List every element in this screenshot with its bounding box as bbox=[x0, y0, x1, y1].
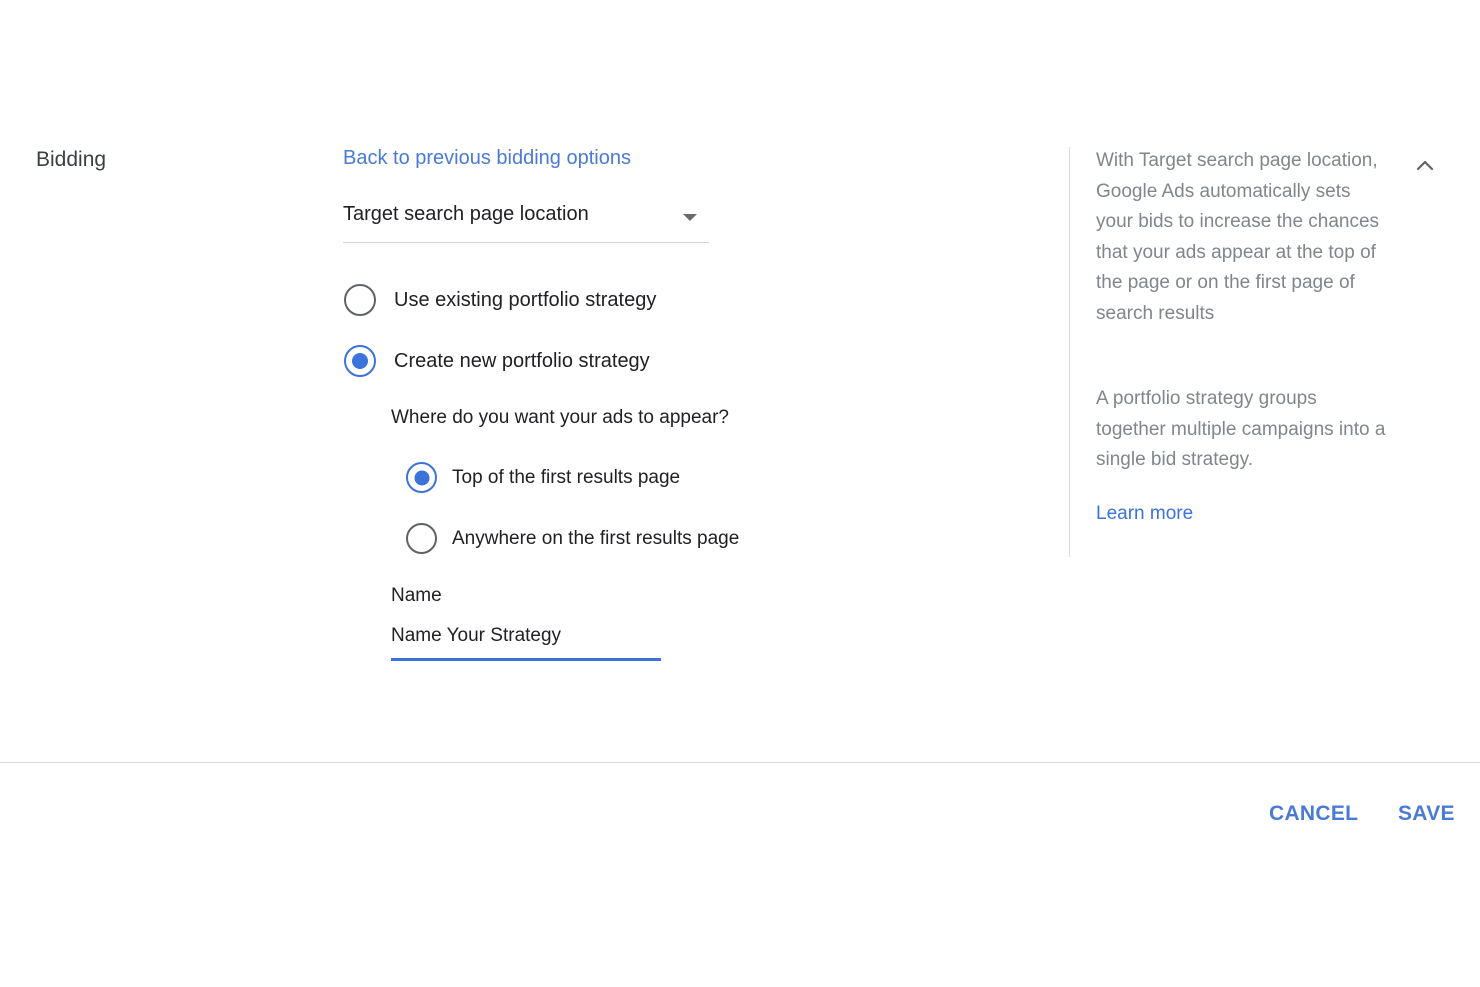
bid-strategy-selected-value: Target search page location bbox=[343, 203, 589, 225]
radio-button-icon[interactable] bbox=[344, 284, 376, 316]
back-to-bidding-options-link[interactable]: Back to previous bidding options bbox=[343, 147, 631, 170]
bidding-section-label: Bidding bbox=[36, 148, 107, 171]
save-button[interactable]: SAVE bbox=[1398, 802, 1455, 826]
chevron-up-icon bbox=[1416, 160, 1434, 171]
bid-strategy-dropdown[interactable]: Target search page location bbox=[343, 190, 709, 243]
footer-divider bbox=[0, 762, 1480, 763]
radio-button-icon[interactable] bbox=[406, 523, 437, 554]
placement-question: Where do you want your ads to appear? bbox=[391, 407, 729, 428]
radio-label: Create new portfolio strategy bbox=[394, 349, 650, 372]
learn-more-link[interactable]: Learn more bbox=[1096, 503, 1193, 525]
dropdown-arrow-icon bbox=[683, 214, 697, 221]
help-panel-divider bbox=[1069, 147, 1070, 557]
radio-use-existing-portfolio[interactable]: Use existing portfolio strategy bbox=[344, 284, 656, 316]
strategy-name-input[interactable] bbox=[391, 620, 661, 652]
radio-create-new-portfolio[interactable]: Create new portfolio strategy bbox=[344, 345, 650, 377]
radio-label: Top of the first results page bbox=[452, 466, 681, 488]
radio-label: Use existing portfolio strategy bbox=[394, 288, 657, 311]
strategy-name-field[interactable] bbox=[391, 620, 661, 661]
collapse-help-button[interactable] bbox=[1412, 152, 1438, 178]
radio-label: Anywhere on the first results page bbox=[452, 527, 740, 549]
radio-anywhere-on-first-page[interactable]: Anywhere on the first results page bbox=[406, 523, 739, 554]
radio-button-selected-icon[interactable] bbox=[344, 345, 376, 377]
help-text-target-location: With Target search page location, Google… bbox=[1096, 150, 1380, 324]
cancel-button[interactable]: CANCEL bbox=[1269, 802, 1358, 826]
strategy-name-label: Name bbox=[391, 585, 442, 606]
radio-button-selected-icon[interactable] bbox=[406, 462, 437, 493]
radio-top-of-first-page[interactable]: Top of the first results page bbox=[406, 462, 680, 493]
help-text-portfolio: A portfolio strategy groups together mul… bbox=[1096, 388, 1386, 470]
